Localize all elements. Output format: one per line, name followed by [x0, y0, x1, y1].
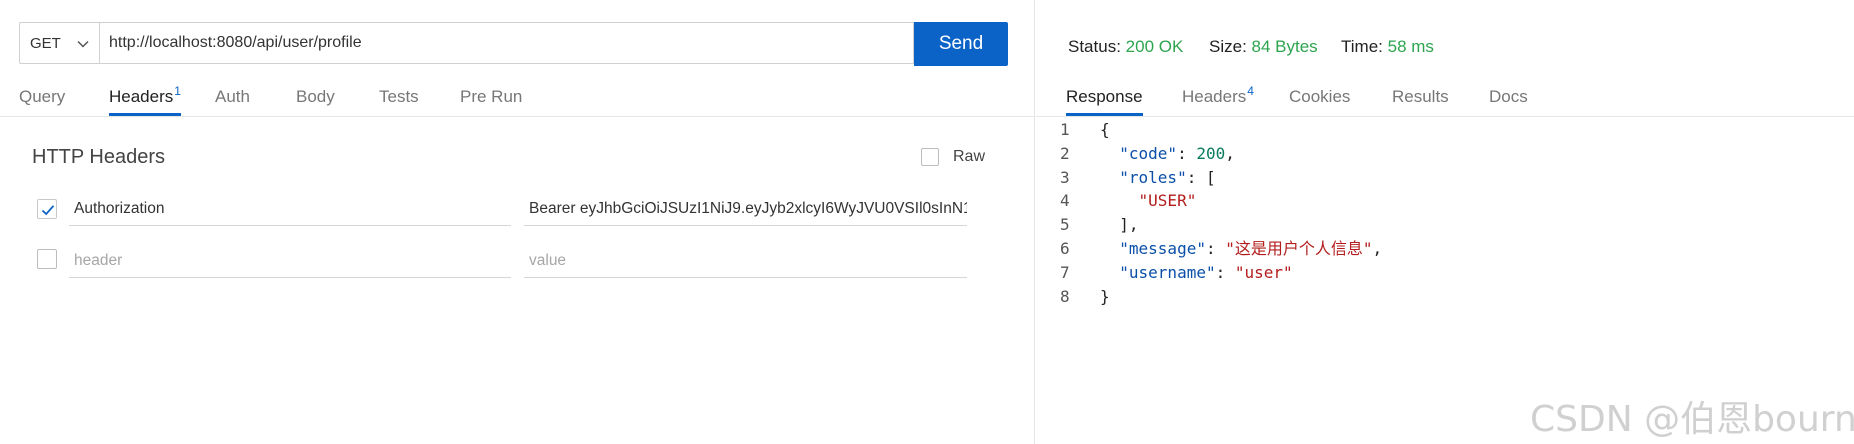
- raw-label: Raw: [953, 148, 986, 165]
- time-value: 58 ms: [1387, 37, 1434, 56]
- tab-label: Body: [296, 87, 335, 106]
- line-number: 8: [1060, 286, 1070, 306]
- tab-query[interactable]: Query: [19, 82, 65, 116]
- header-value-field[interactable]: Bearer eyJhbGciOiJSUzI1NiJ9.eyJyb2xlcyI6…: [524, 192, 967, 226]
- check-icon: [41, 205, 55, 216]
- header-name-value: Authorization: [74, 199, 165, 217]
- header-name-placeholder: header: [74, 251, 123, 269]
- line-number: 6: [1060, 238, 1070, 258]
- tab-response-headers[interactable]: Headers4: [1182, 82, 1254, 116]
- status-value: 200 OK: [1125, 37, 1184, 56]
- url-input[interactable]: http://localhost:8080/api/user/profile: [99, 22, 914, 64]
- line-text: "username": "user": [1119, 262, 1293, 282]
- header-value-placeholder: value: [529, 251, 567, 269]
- code-line: 7 "username": "user": [1060, 261, 1382, 285]
- status-label: Status:: [1068, 37, 1121, 56]
- tab-label: Results: [1392, 87, 1449, 106]
- tab-results[interactable]: Results: [1392, 82, 1449, 116]
- size-info: Size: 84 Bytes: [1209, 37, 1318, 57]
- tab-headers[interactable]: Headers1: [109, 82, 181, 116]
- time-label: Time:: [1341, 37, 1383, 56]
- line-text: {: [1100, 120, 1110, 139]
- tab-badge: 1: [174, 84, 181, 98]
- code-line: 8}: [1060, 285, 1382, 309]
- method-value: GET: [30, 34, 61, 52]
- tabs-divider: [0, 116, 1034, 117]
- code-line: 5 ],: [1060, 213, 1382, 237]
- line-text: "message": "这是用户个人信息",: [1119, 238, 1383, 258]
- raw-checkbox[interactable]: [921, 148, 939, 166]
- method-select[interactable]: GET: [19, 22, 99, 64]
- header-value-text: Bearer eyJhbGciOiJSUzI1NiJ9.eyJyb2xlcyI6…: [529, 199, 967, 217]
- line-text: ],: [1100, 215, 1139, 235]
- line-text: "USER": [1138, 191, 1197, 211]
- line-text: "code": 200,: [1119, 143, 1235, 163]
- line-number: 3: [1060, 167, 1070, 187]
- tab-tests[interactable]: Tests: [379, 82, 419, 116]
- chevron-down-icon: [77, 40, 89, 48]
- time-info: Time: 58 ms: [1341, 37, 1434, 57]
- tab-label: Docs: [1489, 87, 1528, 106]
- watermark: CSDN @伯恩bourne: [1530, 399, 1854, 440]
- line-number: 1: [1060, 120, 1070, 139]
- code-line: 6 "message": "这是用户个人信息",: [1060, 237, 1382, 261]
- header-row-checkbox[interactable]: [37, 199, 57, 219]
- tab-label: Headers: [109, 87, 174, 106]
- code-line: 1{: [1060, 118, 1382, 142]
- url-value: http://localhost:8080/api/user/profile: [109, 34, 362, 51]
- code-line: 4 "USER": [1060, 189, 1382, 213]
- tab-label: Headers: [1182, 87, 1247, 106]
- tab-body[interactable]: Body: [296, 82, 335, 116]
- tab-badge: 4: [1247, 84, 1254, 98]
- header-row-checkbox[interactable]: [37, 249, 57, 269]
- header-name-field[interactable]: Authorization: [69, 192, 511, 226]
- tab-label: Query: [19, 87, 66, 106]
- header-name-field[interactable]: header: [69, 244, 511, 278]
- size-value: 84 Bytes: [1251, 37, 1318, 56]
- response-body: 1{2 "code": 200, 3 "roles": [4 "USER" 5 ],…: [1060, 118, 1382, 308]
- code-line: 3 "roles": [: [1060, 166, 1382, 190]
- tab-label: Auth: [215, 87, 250, 106]
- section-title: HTTP Headers: [32, 146, 166, 168]
- tab-label: Pre Run: [460, 87, 523, 106]
- line-number: 5: [1060, 215, 1070, 235]
- tab-label: Response: [1066, 87, 1143, 106]
- request-pane: GET http://localhost:8080/api/user/profi…: [0, 0, 1035, 444]
- tab-response[interactable]: Response: [1066, 82, 1143, 116]
- header-value-field[interactable]: value: [524, 244, 967, 278]
- line-number: 4: [1060, 191, 1070, 211]
- line-number: 2: [1060, 143, 1070, 163]
- code-line: 2 "code": 200,: [1060, 142, 1382, 166]
- tab-pre-run[interactable]: Pre Run: [460, 82, 522, 116]
- tab-label: Tests: [379, 87, 419, 106]
- tab-label: Cookies: [1289, 87, 1351, 106]
- tab-docs[interactable]: Docs: [1489, 82, 1528, 116]
- line-text: "roles": [: [1119, 167, 1216, 187]
- send-button[interactable]: Send: [914, 22, 1008, 66]
- line-text: }: [1100, 286, 1110, 306]
- tab-cookies[interactable]: Cookies: [1289, 82, 1350, 116]
- size-label: Size:: [1209, 37, 1247, 56]
- status-info: Status: 200 OK: [1068, 37, 1183, 57]
- line-number: 7: [1060, 262, 1070, 282]
- response-tabs-divider: [1036, 116, 1854, 117]
- tab-auth[interactable]: Auth: [215, 82, 250, 116]
